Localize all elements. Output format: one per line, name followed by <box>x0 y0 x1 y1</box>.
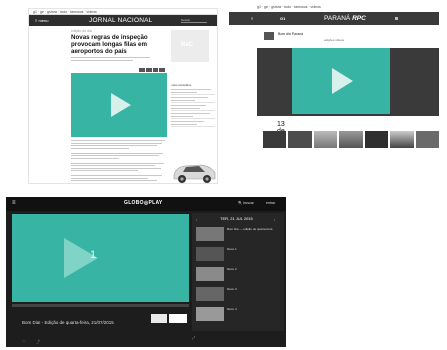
ad-logo: ReC <box>181 42 194 48</box>
screenshot-globoplay-player: ≡ GLOBO◎PLAY 🔍 buscar entrar 1 ‹ TER, 21… <box>6 197 286 347</box>
sponsor-logo <box>169 314 187 323</box>
list-item-label: bloco 4 <box>227 307 237 311</box>
like-icon[interactable]: ♡ <box>22 339 26 344</box>
search-input[interactable]: buscar <box>181 18 207 23</box>
program-logo <box>264 32 274 40</box>
article-subtitle <box>71 57 159 63</box>
list-item[interactable]: bloco 2 <box>196 267 280 282</box>
video-thumbnail[interactable] <box>364 131 389 148</box>
video-thumbnail[interactable] <box>288 131 312 148</box>
video-thumbnail[interactable] <box>339 131 363 148</box>
list-item-label: Bom Dia — edição de quarta-feira <box>227 227 273 231</box>
video-thumbnails <box>263 131 439 151</box>
chevron-right-icon[interactable]: › <box>274 217 275 222</box>
sidebar-date: TER, 21 JUL 2015 <box>220 216 253 221</box>
thumbnail <box>196 247 224 261</box>
list-item-label: bloco 2 <box>227 267 237 271</box>
article-body <box>71 140 167 183</box>
article-kicker: edição do dia <box>71 29 92 33</box>
home-link[interactable]: G1 <box>280 16 285 21</box>
menu-button[interactable]: ≡ <box>251 16 253 21</box>
program-logo <box>151 314 167 323</box>
video-progress-bar[interactable] <box>12 304 189 307</box>
menu-button[interactable]: ≡ menu <box>35 18 48 23</box>
site-header: ≡ menu JORNAL NACIONAL buscar <box>29 15 217 26</box>
video-thumbnail[interactable] <box>415 131 439 148</box>
thumbnail <box>196 227 224 241</box>
list-item[interactable]: bloco 4 <box>196 307 280 322</box>
site-title[interactable]: JORNAL NACIONAL <box>89 17 152 24</box>
globo-topbar-links[interactable]: g1 · ge · gshow · tudo · famosos · vídeo… <box>33 10 97 14</box>
thumbnail <box>196 287 224 301</box>
ad-banner[interactable]: ReC <box>171 30 209 62</box>
share-icon[interactable]: ⤴ <box>36 339 40 345</box>
article-headline: Novas regras de inspeção provocam longas… <box>71 34 148 55</box>
share-buttons[interactable] <box>139 68 165 72</box>
expand-icon[interactable]: ⤢ <box>192 335 195 340</box>
video-number: 1 <box>90 249 97 261</box>
screenshot-program-page: g1 · ge · gshow · tudo · famosos · vídeo… <box>229 3 439 158</box>
video-thumbnail[interactable] <box>390 131 414 148</box>
thumbnail <box>196 267 224 281</box>
list-item[interactable] <box>171 113 215 119</box>
video-thumbnail[interactable] <box>313 131 338 148</box>
screenshot-news-article: g1 · ge · gshow · tudo · famosos · vídeo… <box>28 8 218 184</box>
video-player[interactable] <box>71 73 167 137</box>
login-button[interactable]: entrar <box>266 201 275 205</box>
episode-sidebar: ‹ TER, 21 JUL 2015 › Bom Dia — edição de… <box>192 213 284 331</box>
globo-topbar: g1 · ge · gshow · tudo · famosos · vídeo… <box>229 3 439 11</box>
list-item[interactable] <box>171 89 215 95</box>
site-title[interactable]: PARANÁ RPC <box>324 15 366 22</box>
video-thumbnail[interactable] <box>263 131 287 148</box>
video-caption: Bom Dia! - Edição de quarta-feira, 21/07… <box>22 320 114 325</box>
list-item[interactable]: bloco 1 <box>196 247 280 262</box>
video-player[interactable] <box>292 48 390 114</box>
thumbnail <box>196 307 224 321</box>
video-player[interactable] <box>12 214 189 302</box>
list-item[interactable] <box>171 121 215 127</box>
program-meta: Bom dia Paraná edições vídeos <box>264 32 414 46</box>
globo-topbar-links[interactable]: g1 · ge · gshow · tudo · famosos · vídeo… <box>257 5 321 9</box>
list-item-label: bloco 3 <box>227 287 237 291</box>
related-rail-title: mais assistidos <box>171 83 192 87</box>
list-item[interactable]: Bom Dia — edição de quarta-feira <box>196 227 280 242</box>
related-rail: mais assistidos <box>171 83 215 129</box>
list-item[interactable]: bloco 3 <box>196 287 280 302</box>
program-title: Bom dia Paraná <box>278 32 304 36</box>
brand-prefix: PARANÁ <box>324 15 351 22</box>
app-logo[interactable]: GLOBO◎PLAY <box>124 200 163 206</box>
menu-button[interactable]: ≡ <box>12 200 16 206</box>
list-item-label: bloco 1 <box>227 247 237 251</box>
list-item[interactable] <box>171 105 215 111</box>
user-icon[interactable] <box>395 17 398 20</box>
program-tabs[interactable]: edições vídeos <box>324 38 344 42</box>
play-icon[interactable] <box>332 68 353 94</box>
brand-suffix: RPC <box>352 15 366 22</box>
app-header: ≡ GLOBO◎PLAY 🔍 buscar entrar <box>6 197 286 211</box>
play-icon[interactable] <box>111 93 131 117</box>
site-header: ≡ G1 PARANÁ RPC <box>229 12 439 25</box>
car-ad-image[interactable] <box>171 155 217 184</box>
search-button[interactable]: 🔍 buscar <box>238 201 254 205</box>
chevron-left-icon[interactable]: ‹ <box>196 217 197 222</box>
list-item[interactable] <box>171 97 215 103</box>
